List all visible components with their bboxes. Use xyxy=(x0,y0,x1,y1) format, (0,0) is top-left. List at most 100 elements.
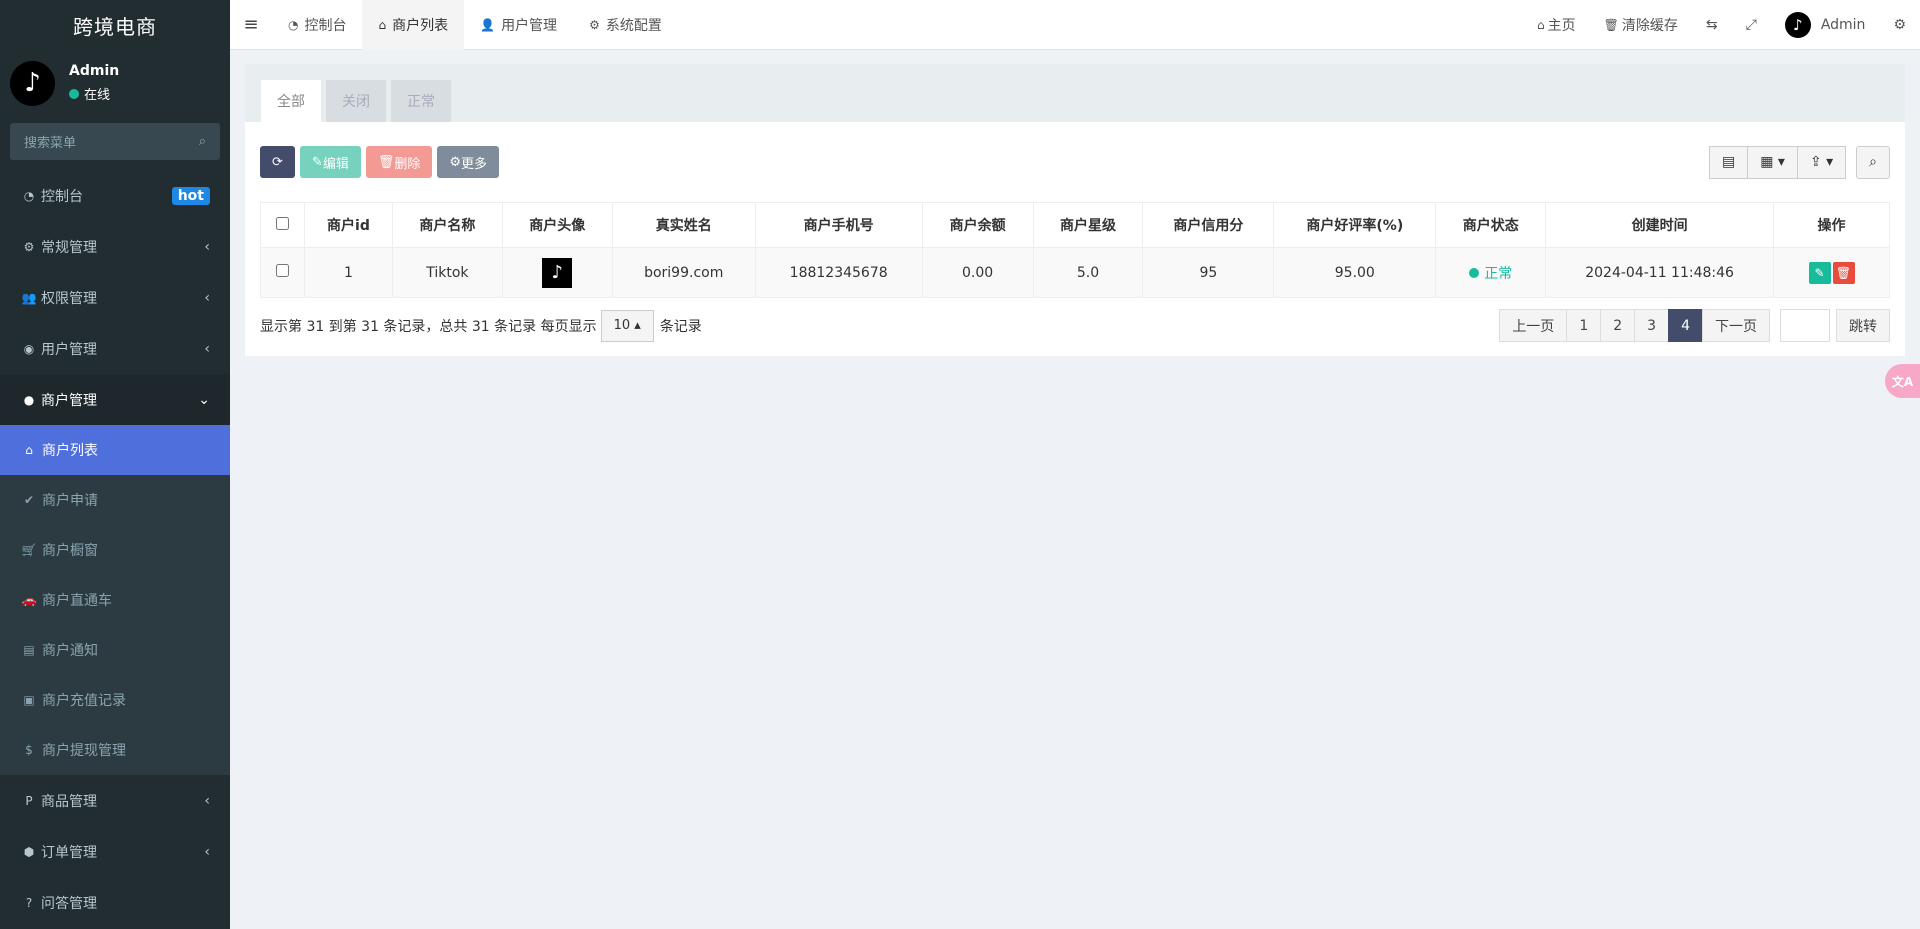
jump-page-input[interactable] xyxy=(1780,309,1830,342)
tab-dashboard[interactable]: ◔ 控制台 xyxy=(272,0,362,50)
pagination-bar: 显示第 31 到第 31 条记录，总共 31 条记录 每页显示 10 ▴ 条记录… xyxy=(245,298,1905,353)
tab-system-config[interactable]: ⚙ 系统配置 xyxy=(573,0,678,50)
toggle-view-button[interactable]: ▤ xyxy=(1708,145,1749,179)
cell-rating: 95.00 xyxy=(1273,247,1437,298)
cogs-icon[interactable]: ⚙ xyxy=(1879,0,1920,50)
refresh-button[interactable]: ⟳ xyxy=(260,146,295,178)
col-header[interactable]: 商户名称 xyxy=(391,202,503,248)
newspaper-icon: ▤ xyxy=(23,643,35,657)
table-search-button[interactable]: ⌕ xyxy=(1856,145,1890,179)
sidebar-item-merchant-withdraw[interactable]: $ 商户提现管理 xyxy=(0,725,230,775)
tab-closed[interactable]: 关闭 xyxy=(326,80,386,122)
col-header[interactable]: 商户好评率(%) xyxy=(1273,202,1437,248)
table-header-row: 商户id 商户名称 商户头像 真实姓名 商户手机号 商户余额 商户星级 商户信用… xyxy=(260,202,1890,248)
sidebar-item-merchant-recharge[interactable]: ▣ 商户充值记录 xyxy=(0,675,230,725)
tab-label: 商户列表 xyxy=(392,17,449,34)
export-button[interactable]: ⇪ ▾ xyxy=(1797,145,1847,179)
tiktok-logo-icon[interactable]: ♪ xyxy=(542,257,573,288)
admin-avatar: ♪ xyxy=(1784,11,1811,38)
search-icon: ⌕ xyxy=(198,134,206,149)
sidebar-item-label: 商户提现管理 xyxy=(42,743,126,759)
col-header[interactable]: 商户信用分 xyxy=(1142,202,1275,248)
more-button-label: 更多 xyxy=(461,156,488,172)
col-header[interactable]: 商户头像 xyxy=(501,202,613,248)
col-header[interactable]: 商户手机号 xyxy=(754,202,923,248)
language-toggle-icon[interactable]: ⇆ xyxy=(1692,0,1732,50)
search-input[interactable]: 搜索菜单 ⌕ xyxy=(10,123,220,160)
col-header[interactable]: 商户状态 xyxy=(1435,202,1547,248)
sidebar-item-merchant-apply[interactable]: ✔ 商户申请 xyxy=(0,475,230,525)
pencil-icon: ✎ xyxy=(311,154,323,170)
sidebar-item-orders[interactable]: ⬢ 订单管理 ‹ xyxy=(0,826,230,877)
sidebar-menu: ◔ 控制台 hot ⚙ 常规管理 ‹ 👥 权限管理 ‹ ◉ 用户管理 ‹ ● 商… xyxy=(0,170,230,425)
clear-cache-button[interactable]: 🗑 清除缓存 xyxy=(1590,0,1692,50)
export-icon: ⇪ ▾ xyxy=(1809,154,1834,170)
cell-avatar: ♪ xyxy=(501,247,613,298)
page-3-button[interactable]: 3 xyxy=(1634,309,1670,342)
sidebar-item-label: 常规管理 xyxy=(41,239,97,256)
page-2-button[interactable]: 2 xyxy=(1600,309,1636,342)
prev-page-button[interactable]: 上一页 xyxy=(1499,309,1568,342)
row-checkbox[interactable] xyxy=(275,264,289,277)
sidebar-item-merchants[interactable]: ● 商户管理 ⌄ xyxy=(0,374,230,425)
tab-normal[interactable]: 正常 xyxy=(391,80,451,122)
status-badge: 正常 xyxy=(1469,263,1512,283)
sidebar-item-merchant-list[interactable]: ⌂ 商户列表 xyxy=(0,425,230,475)
sidebar-item-users[interactable]: ◉ 用户管理 ‹ xyxy=(0,323,230,374)
home-icon: ⌂ xyxy=(25,443,33,457)
col-header[interactable]: 商户id xyxy=(303,202,393,248)
sidebar-item-dashboard[interactable]: ◔ 控制台 hot xyxy=(0,170,230,221)
tab-merchant-list[interactable]: ⌂ 商户列表 xyxy=(362,0,465,50)
fullscreen-icon[interactable]: ⤢ xyxy=(1732,0,1771,50)
page-size-dropdown[interactable]: 10 ▴ xyxy=(600,309,654,342)
col-header[interactable]: 创建时间 xyxy=(1545,202,1775,248)
edit-button[interactable]: ✎ 编辑 xyxy=(299,146,361,178)
page-1-button[interactable]: 1 xyxy=(1566,309,1602,342)
columns-button[interactable]: ▦ ▾ xyxy=(1748,145,1798,179)
jump-button[interactable]: 跳转 xyxy=(1836,309,1890,342)
group-icon: 👥 xyxy=(21,290,37,305)
next-page-button[interactable]: 下一页 xyxy=(1702,309,1770,342)
table-toolbar: ⟳ ✎ 编辑 🗑 删除 ⚙ 更多 ▤ ▦ ▾ ⇪ ▾ ⌕ xyxy=(245,122,1905,202)
sidebar-item-qa[interactable]: ? 问答管理 xyxy=(0,877,230,928)
col-header[interactable]: 真实姓名 xyxy=(611,202,756,248)
col-header[interactable]: 商户星级 xyxy=(1032,202,1144,248)
search-icon: ⌕ xyxy=(1869,154,1877,170)
delete-button[interactable]: 🗑 删除 xyxy=(365,146,433,178)
row-edit-button[interactable]: ✎ xyxy=(1808,261,1831,284)
sidebar-item-merchant-notice[interactable]: ▤ 商户通知 xyxy=(0,625,230,675)
cell-id: 1 xyxy=(303,247,393,298)
status-text: 正常 xyxy=(1484,265,1513,282)
table-row[interactable]: 1 Tiktok ♪ bori99.com 18812345678 0.00 5… xyxy=(260,247,1890,298)
cell-balance: 0.00 xyxy=(921,247,1034,298)
sidebar-item-general[interactable]: ⚙ 常规管理 ‹ xyxy=(0,221,230,272)
more-button[interactable]: ⚙ 更多 xyxy=(437,146,500,178)
home-link[interactable]: ⌂ 主页 xyxy=(1523,0,1590,50)
hot-badge: hot xyxy=(171,186,210,205)
translate-float-button[interactable]: 文A xyxy=(1885,364,1920,398)
admin-name: Admin xyxy=(1820,16,1866,33)
sidebar-item-label: 商品管理 xyxy=(41,793,97,810)
chevron-left-icon: ‹ xyxy=(204,238,210,255)
col-header[interactable]: 商户余额 xyxy=(921,202,1034,248)
page-4-button[interactable]: 4 xyxy=(1668,309,1703,342)
tab-label: 系统配置 xyxy=(605,17,662,34)
sidebar-item-label: 商户通知 xyxy=(42,643,98,659)
row-delete-button[interactable]: 🗑 xyxy=(1832,261,1855,284)
translate-icon: 文A xyxy=(1891,374,1914,389)
sidebar-item-permissions[interactable]: 👥 权限管理 ‹ xyxy=(0,272,230,323)
sidebar-item-products[interactable]: P 商品管理 ‹ xyxy=(0,775,230,826)
dashboard-icon: ◔ xyxy=(288,17,299,32)
admin-menu[interactable]: ♪ Admin xyxy=(1771,0,1880,50)
caret-up-icon: ▴ xyxy=(634,318,641,333)
product-hunt-icon: P xyxy=(25,793,33,808)
brand-title[interactable]: 跨境电商 xyxy=(0,0,230,50)
page-size-suffix: 条记录 xyxy=(659,318,702,335)
delete-button-label: 删除 xyxy=(394,156,421,172)
tab-all[interactable]: 全部 xyxy=(261,80,321,122)
tab-user-management[interactable]: 👤 用户管理 xyxy=(464,0,573,50)
select-all-checkbox[interactable] xyxy=(275,216,289,230)
hamburger-menu-icon[interactable]: ≡ xyxy=(230,0,272,50)
sidebar-item-merchant-express[interactable]: 🚗 商户直通车 xyxy=(0,575,230,625)
sidebar-item-merchant-showcase[interactable]: 🛒 商户橱窗 xyxy=(0,525,230,575)
